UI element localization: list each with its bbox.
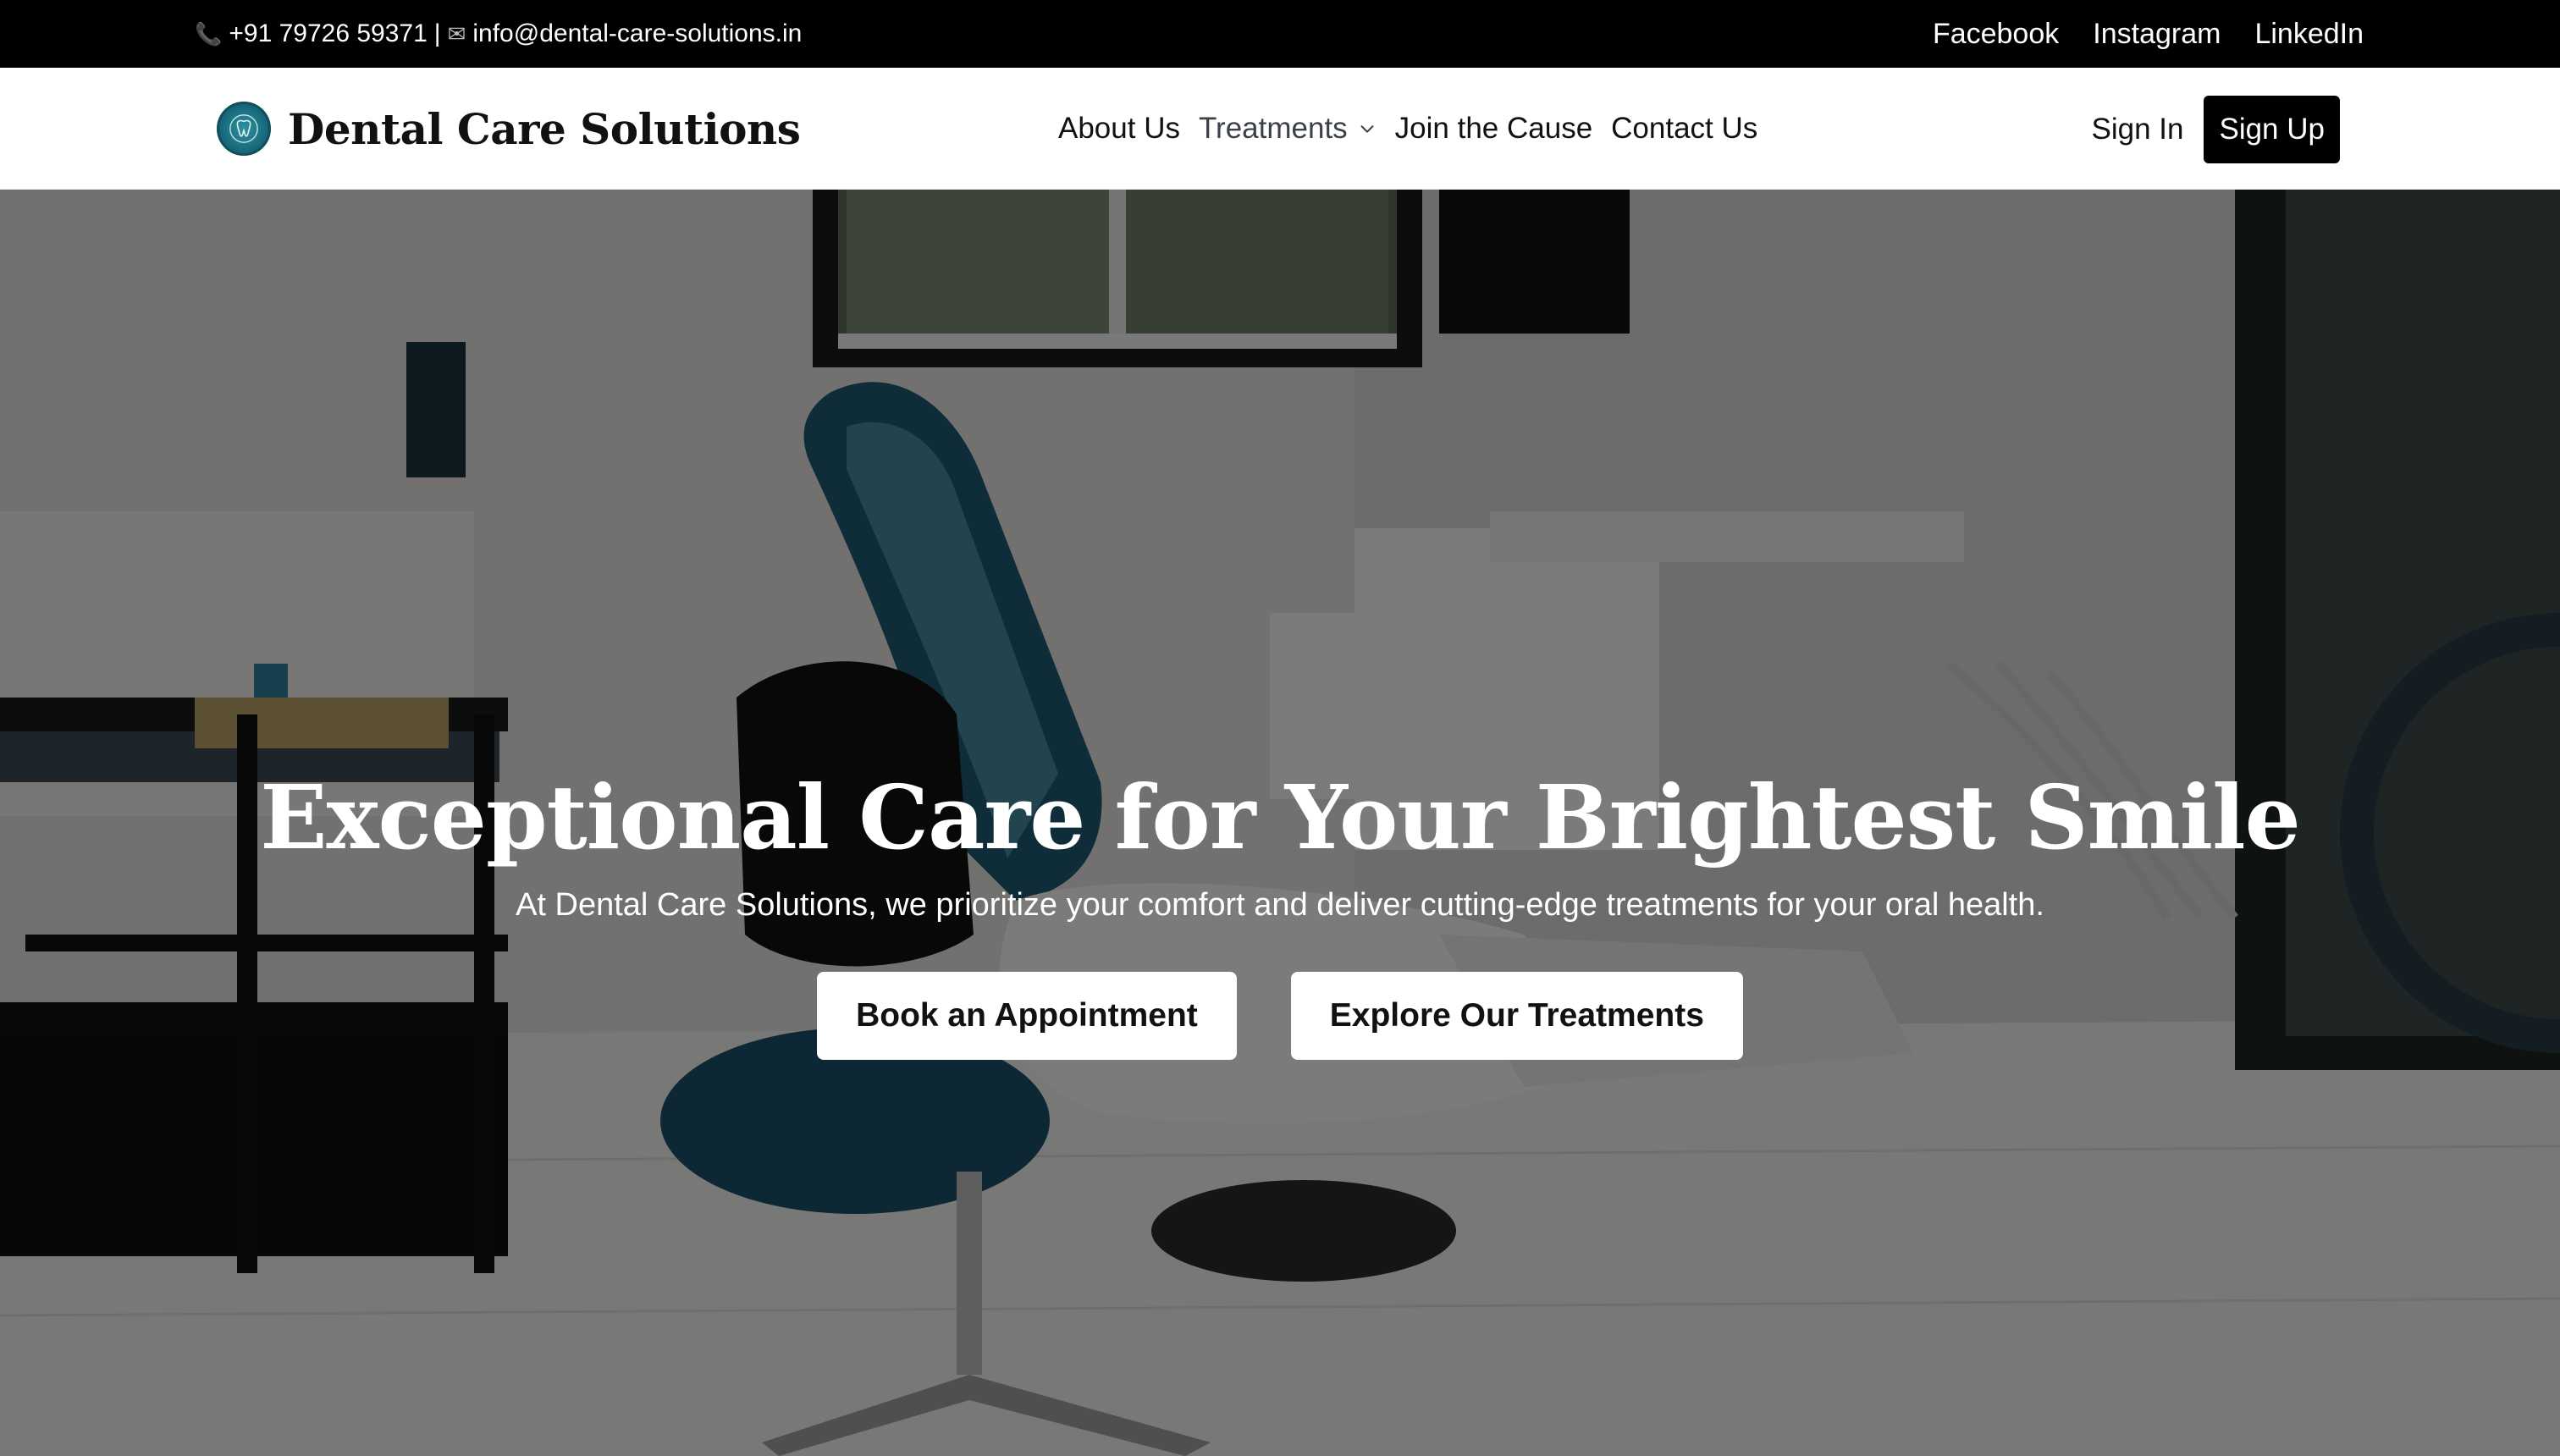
hero-section: Exceptional Care for Your Brightest Smil…	[0, 190, 2560, 1456]
facebook-link[interactable]: Facebook	[1933, 18, 2059, 51]
sign-in-link[interactable]: Sign In	[2092, 113, 2184, 146]
nav-item-contact-us[interactable]: Contact Us	[1611, 112, 1757, 146]
instagram-link[interactable]: Instagram	[2093, 18, 2221, 51]
sign-up-button[interactable]: Sign Up	[2204, 96, 2340, 163]
main-navbar: Dental Care Solutions About Us Treatment…	[0, 68, 2560, 190]
hero-subtitle: At Dental Care Solutions, we prioritize …	[516, 887, 2044, 923]
auth-actions: Sign In Sign Up	[2092, 96, 2340, 163]
phone-icon: 📞	[195, 20, 223, 47]
contact-separator: |	[433, 19, 441, 47]
nav-item-treatments[interactable]: Treatments	[1199, 112, 1377, 146]
hero-cta-group: Book an Appointment Explore Our Treatmen…	[0, 972, 2560, 1060]
social-links: Facebook Instagram LinkedIn	[1933, 0, 2364, 68]
explore-treatments-button[interactable]: Explore Our Treatments	[1290, 972, 1743, 1060]
chevron-down-icon	[1360, 125, 1374, 133]
contact-info: 📞 +91 79726 59371 | ✉ info@dental-care-s…	[195, 0, 802, 68]
hero-content: Exceptional Care for Your Brightest Smil…	[0, 190, 2560, 1456]
hero-title: Exceptional Care for Your Brightest Smil…	[260, 765, 2301, 869]
email-address[interactable]: info@dental-care-solutions.in	[472, 19, 802, 48]
brand[interactable]: Dental Care Solutions	[217, 102, 801, 156]
brand-name: Dental Care Solutions	[288, 103, 801, 154]
nav-item-about-us[interactable]: About Us	[1058, 112, 1180, 146]
nav-item-treatments-label: Treatments	[1198, 112, 1348, 145]
nav-menu: About Us Treatments Join the Cause Conta…	[1058, 102, 1757, 156]
book-appointment-button[interactable]: Book an Appointment	[817, 972, 1237, 1060]
phone-number[interactable]: +91 79726 59371	[229, 19, 427, 48]
email-icon: ✉	[447, 20, 466, 47]
linkedin-link[interactable]: LinkedIn	[2254, 18, 2364, 51]
nav-item-join-the-cause[interactable]: Join the Cause	[1395, 112, 1592, 146]
top-contact-bar: 📞 +91 79726 59371 | ✉ info@dental-care-s…	[0, 0, 2560, 68]
tooth-logo-icon	[217, 102, 271, 156]
